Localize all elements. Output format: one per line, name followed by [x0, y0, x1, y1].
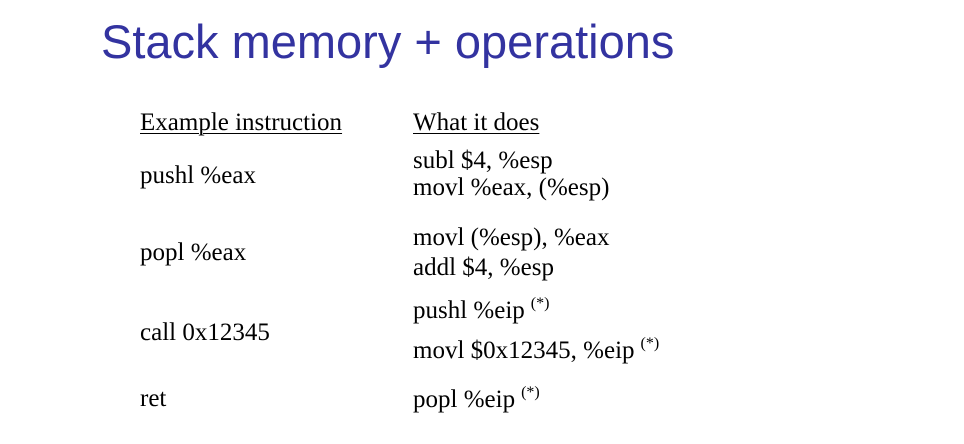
footnote-marker: (*) — [640, 335, 660, 352]
does-line: movl $0x12345, %eip (*) — [413, 335, 659, 366]
what-it-does: movl (%esp), %eax addl $4, %esp — [413, 222, 609, 283]
does-line: pushl %eip (*) — [413, 295, 659, 326]
footnote-marker: (*) — [530, 295, 550, 312]
header-what-it-does: What it does — [413, 109, 540, 136]
does-line: movl %eax, (%esp) — [413, 172, 609, 203]
does-line-text: subl $4, %esp — [413, 147, 553, 174]
does-line: addl $4, %esp — [413, 252, 609, 283]
does-line-text: movl %eax, (%esp) — [413, 174, 610, 201]
does-line-text: pushl %eip — [413, 297, 525, 324]
example-instruction: call 0x12345 — [140, 319, 270, 346]
example-instruction: pushl %eax — [140, 162, 256, 189]
footnote-marker: (*) — [521, 384, 540, 401]
example-instruction: popl %eax — [140, 239, 247, 266]
header-example-instruction: Example instruction — [140, 109, 343, 136]
does-line-text: movl (%esp), %eax — [413, 224, 610, 251]
does-line-text: popl %eip — [413, 386, 516, 413]
does-line-text: addl $4, %esp — [413, 254, 554, 281]
example-instruction: ret — [140, 385, 167, 412]
slide-title: Stack memory + operations — [101, 15, 675, 68]
does-line-text: movl $0x12345, %eip — [413, 337, 635, 364]
does-line: popl %eip (*) — [413, 384, 540, 415]
what-it-does: popl %eip (*) — [413, 384, 540, 415]
does-line: movl (%esp), %eax — [413, 222, 609, 253]
what-it-does: subl $4, %esp movl %eax, (%esp) — [413, 145, 609, 203]
what-it-does: pushl %eip (*) movl $0x12345, %eip (*) — [413, 295, 659, 366]
